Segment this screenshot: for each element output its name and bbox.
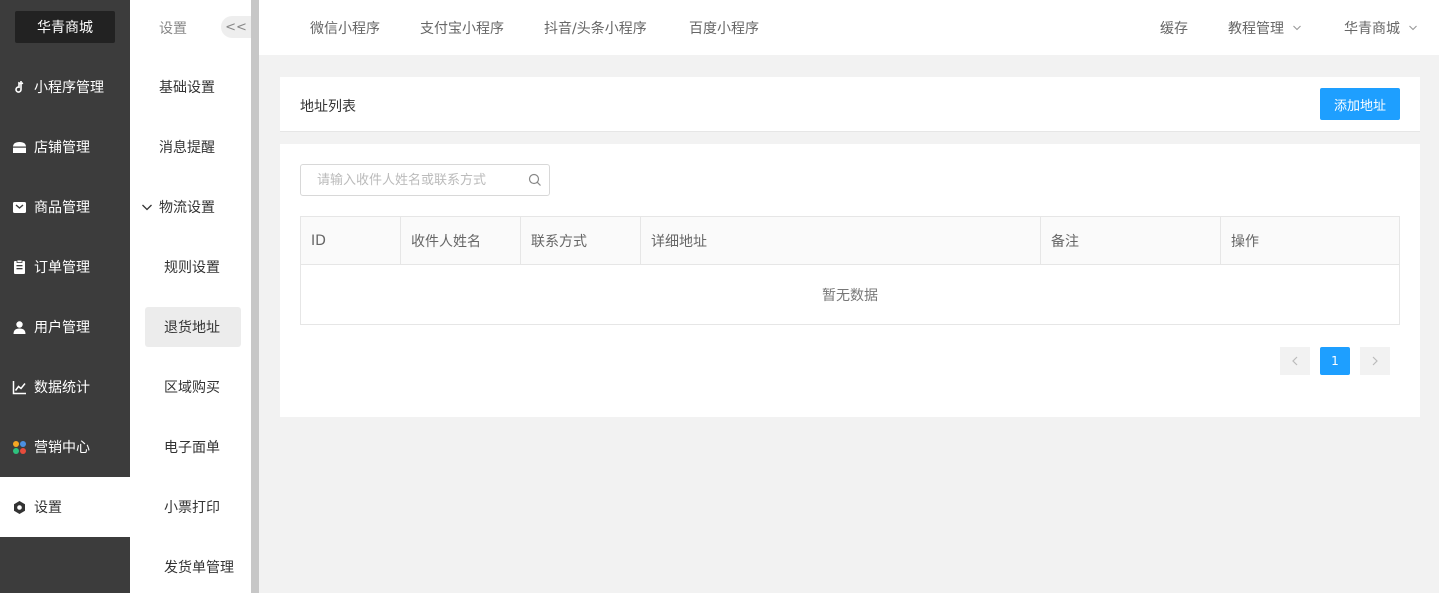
chevron-down-icon [1408, 23, 1418, 33]
user-icon [12, 320, 27, 335]
subnav-item-notify[interactable]: 消息提醒 [130, 127, 251, 167]
gear-icon [12, 500, 27, 515]
nav-item-users[interactable]: 用户管理 [0, 297, 130, 357]
clipboard-icon [12, 259, 27, 275]
product-box-icon [12, 200, 27, 215]
address-table: ID 收件人姓名 联系方式 详细地址 备注 操作 暂无数据 [300, 216, 1400, 325]
subnav-item-receipt-print[interactable]: 小票打印 [130, 487, 251, 527]
pager-gap [1310, 347, 1320, 375]
top-navbar: 微信小程序 支付宝小程序 抖音/头条小程序 百度小程序 缓存 教程管理 华青商城 [259, 0, 1439, 55]
settings-subnav: 设置 << 基础设置 消息提醒 物流设置 规则设置 退货地址 区域购买 电子面单… [130, 0, 251, 593]
chevron-down-icon [1292, 23, 1302, 33]
tab-baidu[interactable]: 百度小程序 [689, 18, 759, 38]
search-box [300, 164, 550, 196]
tutorial-label: 教程管理 [1228, 21, 1284, 37]
subnav-label: 小票打印 [164, 500, 220, 516]
nav-item-marketing[interactable]: 营销中心 [0, 417, 130, 477]
nav-item-products[interactable]: 商品管理 [0, 177, 130, 237]
nav-item-statistics[interactable]: 数据统计 [0, 357, 130, 417]
tab-wechat[interactable]: 微信小程序 [310, 18, 380, 38]
chevron-left-icon [1292, 356, 1298, 366]
cache-label: 缓存 [1160, 21, 1188, 37]
nav-item-orders[interactable]: 订单管理 [0, 237, 130, 297]
cache-link[interactable]: 缓存 [1160, 18, 1188, 38]
subnav-label: 电子面单 [164, 440, 220, 456]
table-header: ID 收件人姓名 联系方式 详细地址 备注 操作 [301, 217, 1399, 265]
subnav-item-rules[interactable]: 规则设置 [130, 247, 251, 287]
subnav-item-region[interactable]: 区域购买 [130, 367, 251, 407]
nav-label: 小程序管理 [34, 80, 104, 96]
collapse-sidebar-button[interactable]: << [221, 16, 251, 38]
subnav-label: 发货单管理 [164, 560, 234, 576]
column-recipient-name: 收件人姓名 [401, 217, 521, 265]
chevron-down-icon [141, 201, 155, 213]
page-title: 地址列表 [300, 99, 356, 115]
column-actions: 操作 [1231, 234, 1259, 250]
tutorial-dropdown[interactable]: 教程管理 [1228, 18, 1302, 38]
address-list-header: 地址列表 添加地址 [280, 77, 1420, 132]
subnav-label: 基础设置 [159, 80, 215, 96]
nav-label: 用户管理 [34, 320, 90, 336]
nav-label: 营销中心 [34, 440, 90, 456]
column-address: 详细地址 [641, 217, 1041, 265]
main-sidebar: 华青商城 小程序管理 店铺管理 商品管理 订单管理 用户管理 数据统计 营销中心… [0, 0, 130, 593]
sidebar-divider [251, 0, 259, 593]
tab-douyin[interactable]: 抖音/头条小程序 [544, 18, 647, 38]
subnav-item-invoice[interactable]: 发货单管理 [130, 547, 251, 587]
store-icon [12, 140, 27, 155]
tab-alipay[interactable]: 支付宝小程序 [420, 18, 504, 38]
nav-label: 店铺管理 [34, 140, 90, 156]
subnav-item-waybill[interactable]: 电子面单 [130, 427, 251, 467]
empty-state: 暂无数据 [822, 287, 878, 304]
subnav-item-return-address[interactable]: 退货地址 [145, 307, 241, 347]
store-label: 华青商城 [1344, 21, 1400, 37]
subnav-label: 区域购买 [164, 380, 220, 396]
nav-item-settings[interactable]: 设置 [0, 477, 130, 537]
brand-logo[interactable]: 华青商城 [15, 11, 115, 43]
nav-label: 商品管理 [34, 200, 90, 216]
address-list-panel: ID 收件人姓名 联系方式 详细地址 备注 操作 暂无数据 1 [280, 144, 1420, 417]
next-page-button[interactable] [1360, 347, 1390, 375]
pager-gap [1350, 347, 1360, 375]
page-number-current[interactable]: 1 [1320, 347, 1350, 375]
subnav-label: 规则设置 [164, 260, 220, 276]
nav-label: 订单管理 [34, 260, 90, 276]
store-dropdown[interactable]: 华青商城 [1344, 18, 1418, 38]
nav-item-miniprogram[interactable]: 小程序管理 [0, 57, 130, 117]
marketing-icon [12, 440, 27, 455]
line-chart-icon [12, 380, 27, 395]
search-input[interactable] [301, 165, 521, 195]
nav-label: 设置 [34, 500, 62, 516]
add-address-button[interactable]: 添加地址 [1320, 88, 1400, 120]
column-id: ID [301, 217, 401, 265]
subnav-title: 设置 [159, 21, 187, 37]
subnav-header: 设置 << [130, 0, 251, 54]
music-note-icon [12, 80, 27, 95]
prev-page-button[interactable] [1280, 347, 1310, 375]
nav-item-store[interactable]: 店铺管理 [0, 117, 130, 177]
subnav-group-logistics[interactable]: 物流设置 [130, 187, 251, 227]
column-contact: 联系方式 [521, 217, 641, 265]
subnav-item-basic[interactable]: 基础设置 [130, 67, 251, 107]
subnav-label: 消息提醒 [159, 140, 215, 156]
search-icon[interactable] [528, 173, 542, 187]
pagination: 1 [1280, 347, 1390, 375]
nav-label: 数据统计 [34, 380, 90, 396]
subnav-label: 物流设置 [159, 200, 215, 216]
column-remark: 备注 [1041, 217, 1221, 265]
chevron-right-icon [1372, 356, 1378, 366]
subnav-label: 退货地址 [164, 320, 220, 336]
